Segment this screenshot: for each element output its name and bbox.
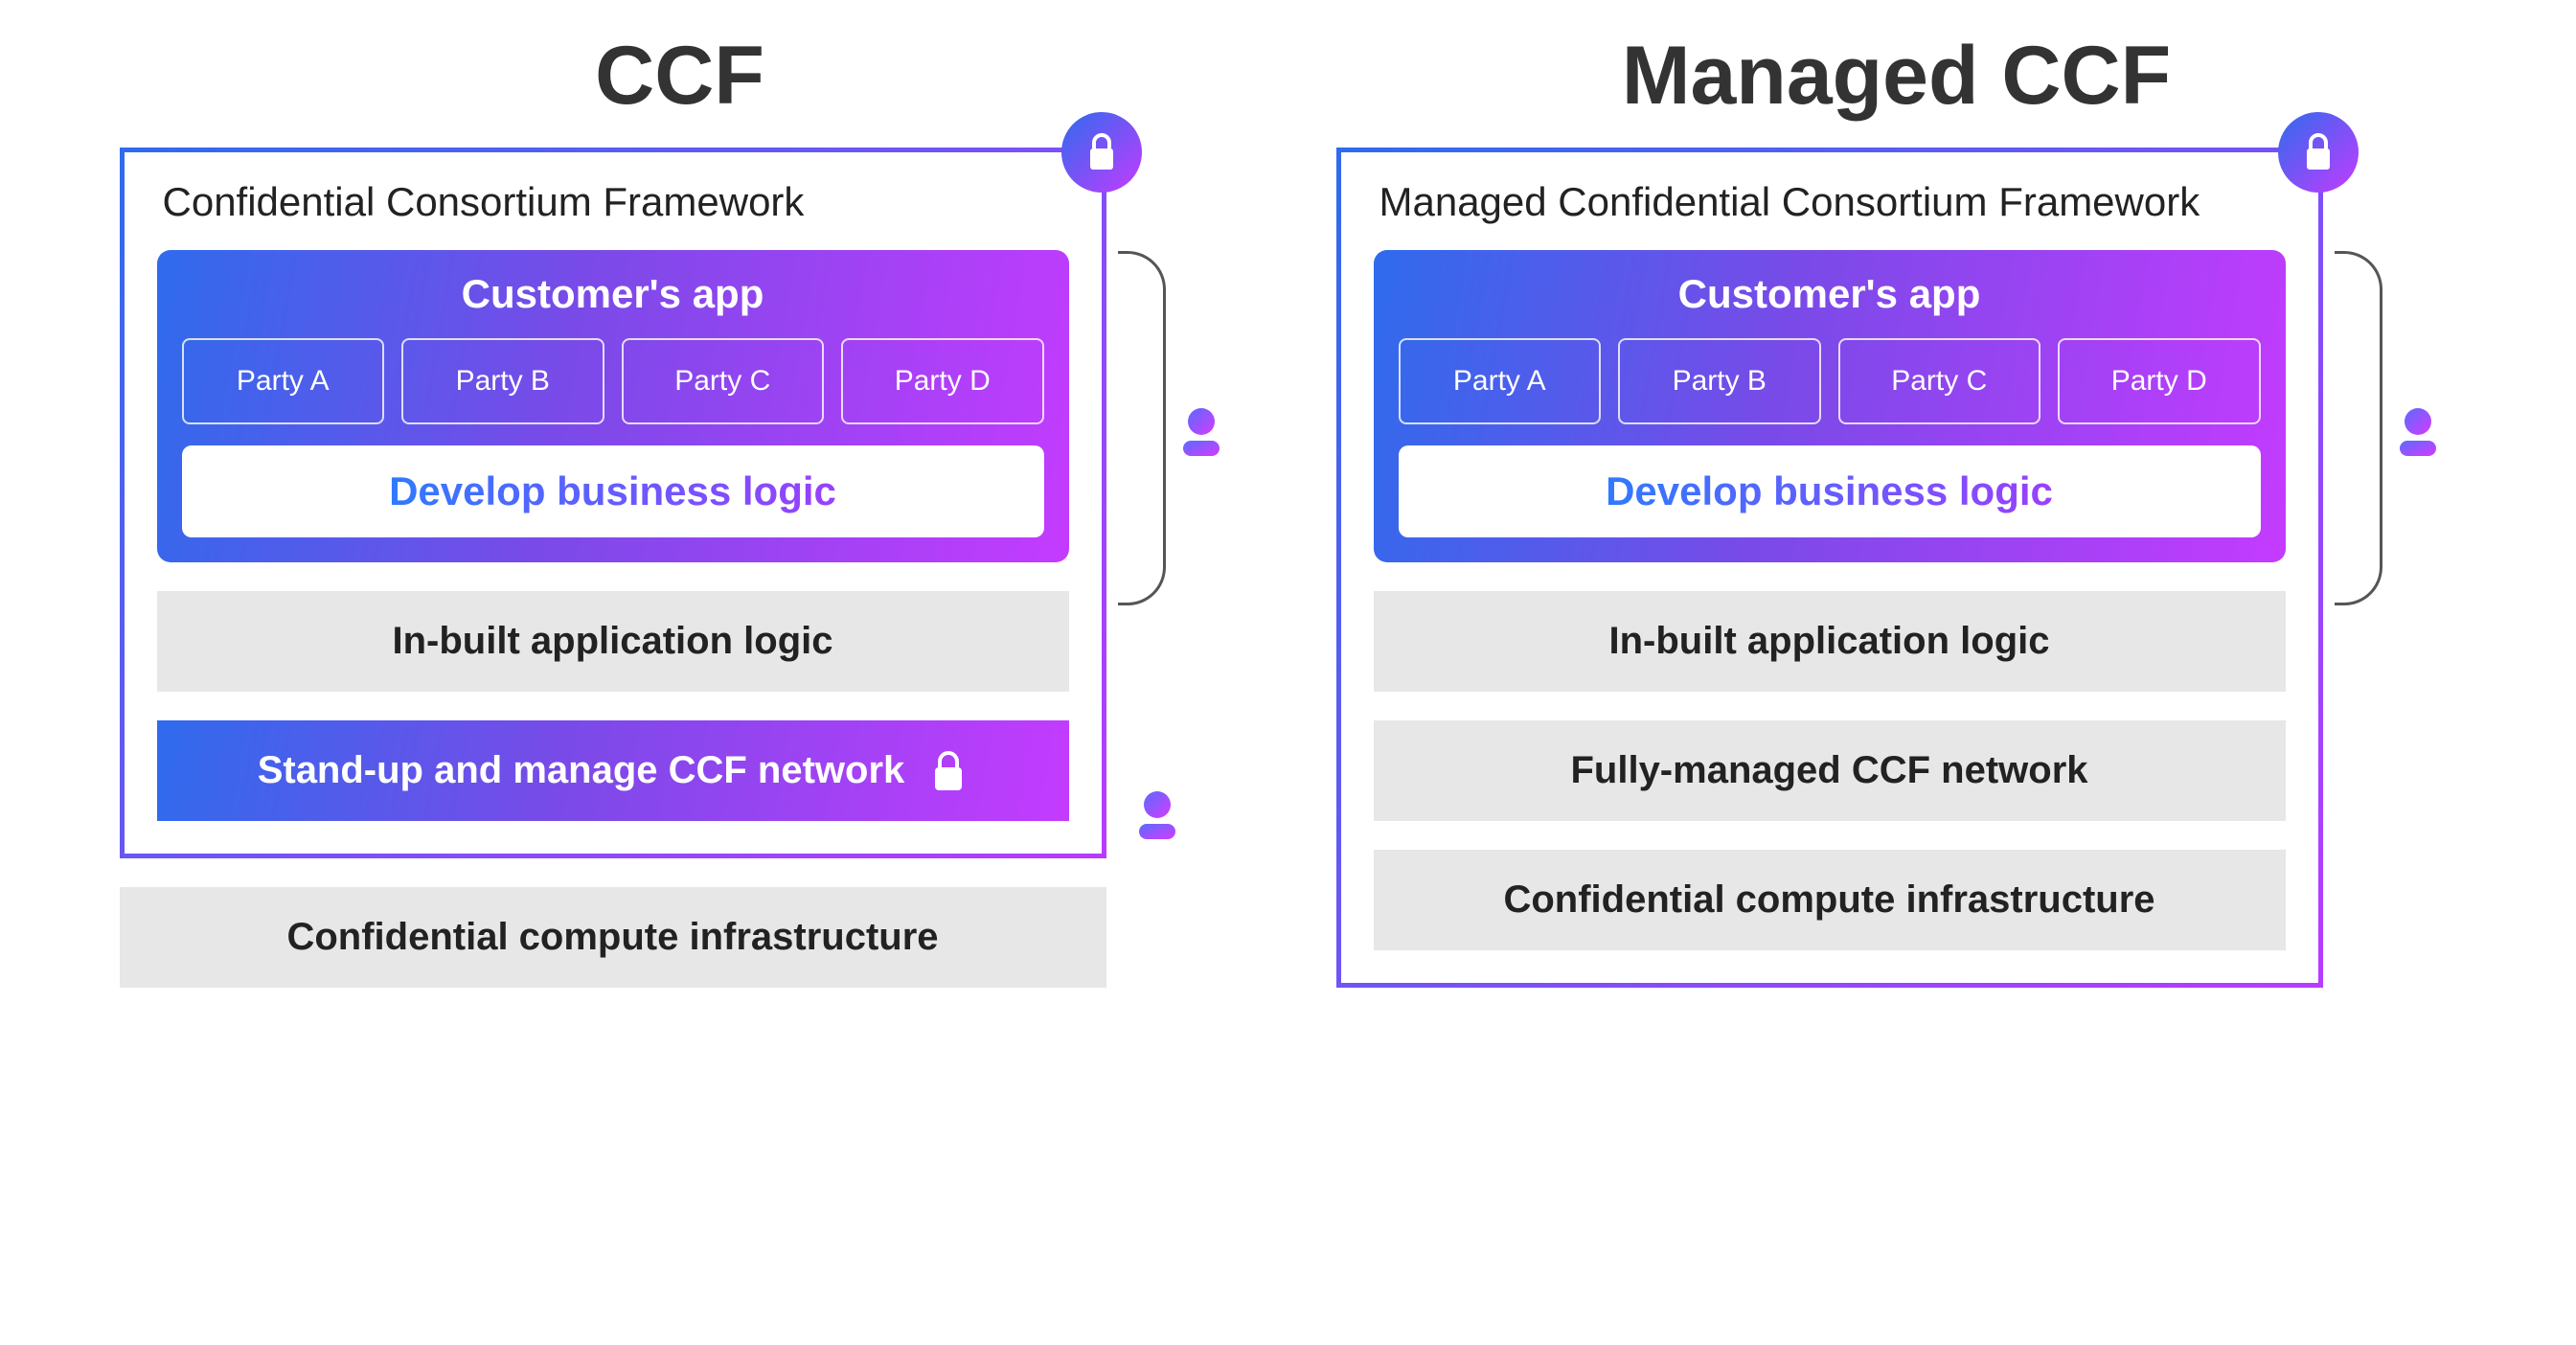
customer-app-box: Customer's app Party A Party B Party C P… — [157, 250, 1069, 562]
ccf-column: CCF Confidential Consortium Framework — [120, 29, 1241, 988]
party-d: Party D — [2058, 338, 2261, 424]
party-a: Party A — [1399, 338, 1602, 424]
party-d: Party D — [841, 338, 1044, 424]
party-b: Party B — [401, 338, 604, 424]
inbuilt-app-logic: In-built application logic — [1374, 591, 2286, 692]
party-b: Party B — [1618, 338, 1821, 424]
lock-badge-icon — [2276, 110, 2360, 199]
inbuilt-app-logic: In-built application logic — [157, 591, 1069, 692]
ccf-panel: Confidential Consortium Framework Custom… — [120, 148, 1106, 858]
develop-business-logic: Develop business logic — [182, 445, 1044, 537]
user-icon — [1179, 406, 1223, 465]
customer-app-title: Customer's app — [1399, 271, 2261, 317]
bracket-customer-app — [1118, 251, 1166, 605]
standup-manage-network-label: Stand-up and manage CCF network — [258, 749, 905, 792]
managed-ccf-panel-title: Managed Confidential Consortium Framewor… — [1374, 179, 2286, 225]
customer-app-box: Customer's app Party A Party B Party C P… — [1374, 250, 2286, 562]
party-c: Party C — [622, 338, 825, 424]
party-row: Party A Party B Party C Party D — [182, 338, 1044, 424]
fully-managed-network: Fully-managed CCF network — [1374, 720, 2286, 821]
customer-app-title: Customer's app — [182, 271, 1044, 317]
standup-manage-network: Stand-up and manage CCF network — [157, 720, 1069, 821]
bracket-customer-app — [2335, 251, 2382, 605]
party-c: Party C — [1838, 338, 2041, 424]
party-a: Party A — [182, 338, 385, 424]
user-icon — [2396, 406, 2440, 465]
confidential-compute-infra: Confidential compute infrastructure — [120, 887, 1106, 988]
user-icon — [1135, 789, 1179, 848]
party-row: Party A Party B Party C Party D — [1399, 338, 2261, 424]
confidential-compute-infra: Confidential compute infrastructure — [1374, 850, 2286, 950]
lock-icon — [929, 750, 968, 792]
managed-ccf-panel: Managed Confidential Consortium Framewor… — [1336, 148, 2323, 988]
develop-business-logic: Develop business logic — [1399, 445, 2261, 537]
managed-ccf-column: Managed CCF Managed Confidential Consort… — [1336, 29, 2457, 988]
ccf-panel-title: Confidential Consortium Framework — [157, 179, 1069, 225]
lock-badge-icon — [1060, 110, 1144, 199]
